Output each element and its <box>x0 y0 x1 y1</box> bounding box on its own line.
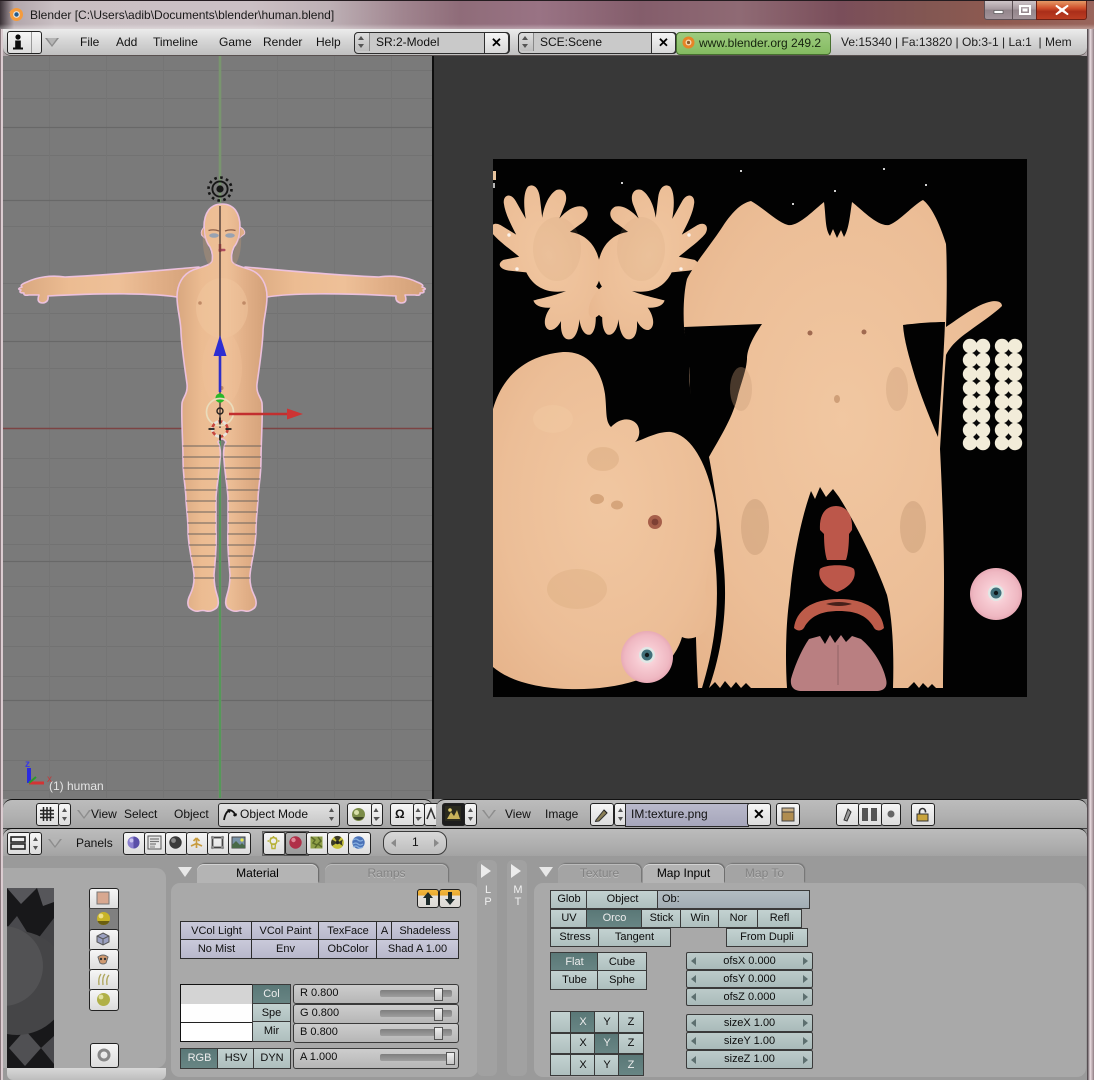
svg-text:z: z <box>25 759 30 770</box>
svg-text:(1) human: (1) human <box>49 779 104 793</box>
